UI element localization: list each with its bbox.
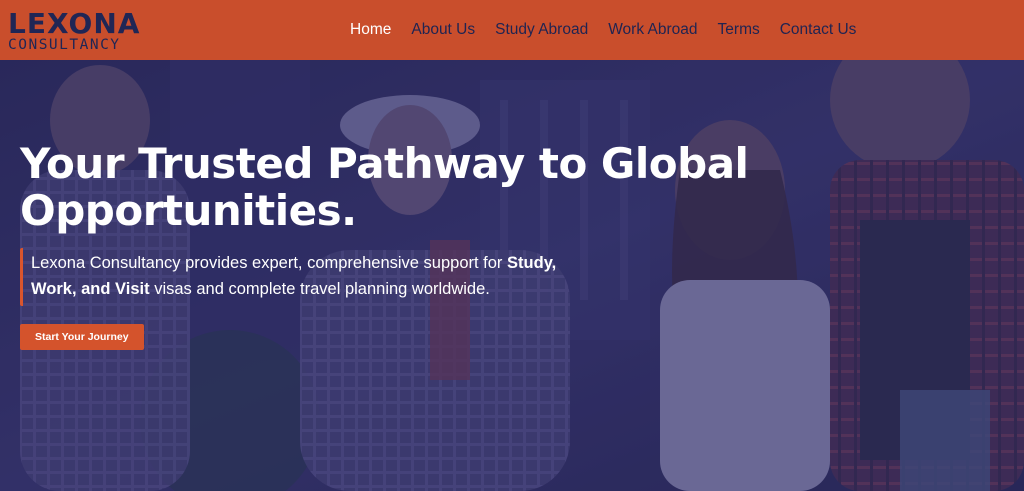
hero-content: Your Trusted Pathway to Global Opportuni… (20, 140, 820, 350)
logo-wordmark: LEXONA (8, 7, 141, 40)
nav-item-study-abroad[interactable]: Study Abroad (495, 21, 588, 39)
nav-item-terms[interactable]: Terms (718, 21, 760, 39)
main-nav: Home About Us Study Abroad Work Abroad T… (340, 0, 866, 60)
nav-item-about-us[interactable]: About Us (411, 21, 475, 39)
hero-section: Your Trusted Pathway to Global Opportuni… (0, 60, 1024, 491)
nav-item-contact-us[interactable]: Contact Us (780, 21, 857, 39)
hero-title-line-2: Opportunities. (20, 186, 357, 235)
site-header: LEXONA CONSULTANCY Home About Us Study A… (0, 0, 1024, 60)
hero-description: Lexona Consultancy provides expert, comp… (20, 248, 591, 306)
logo[interactable]: LEXONA CONSULTANCY (8, 8, 158, 56)
nav-item-work-abroad[interactable]: Work Abroad (608, 21, 697, 39)
hero-description-intro: Lexona Consultancy provides expert, comp… (31, 254, 503, 272)
hero-title: Your Trusted Pathway to Global Opportuni… (20, 140, 820, 234)
nav-item-home[interactable]: Home (350, 21, 391, 39)
hero-title-line-1: Your Trusted Pathway to Global (20, 139, 749, 188)
hero-description-outro: visas and complete travel planning world… (154, 280, 490, 298)
page: LEXONA CONSULTANCY Home About Us Study A… (0, 0, 1024, 491)
start-your-journey-button[interactable]: Start Your Journey (20, 324, 144, 350)
logo-tagline: CONSULTANCY (8, 37, 121, 53)
